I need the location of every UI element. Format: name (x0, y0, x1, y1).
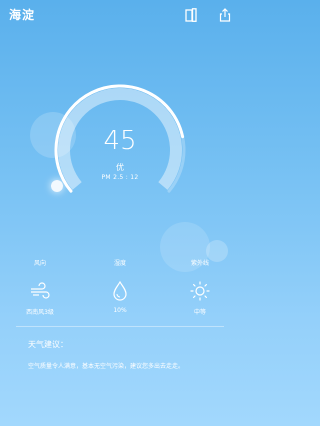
advice-text: 空气质量令人满意，基本无空气污染，建议您多出去走走。 (28, 363, 185, 370)
sun-icon (190, 281, 210, 301)
advice-title: 天气建议： (28, 340, 68, 349)
stat-wind: 风向 西南风3级 (0, 259, 80, 316)
divider (16, 326, 224, 327)
stat-label: 湿度 (113, 260, 126, 267)
aqi-level: 优 (116, 163, 124, 172)
stat-value: 西南风3级 (26, 309, 54, 316)
stat-value: 中等 (193, 309, 206, 316)
weather-stats: 风向 西南风3级 湿度 10% 紫外线 中等 (0, 259, 240, 319)
stat-uv: 紫外线 中等 (160, 259, 240, 316)
water-drop-icon (113, 281, 127, 301)
stat-value: 10% (113, 307, 127, 314)
wind-icon (31, 282, 50, 299)
stat-label: 风向 (33, 260, 46, 267)
aqi-gauge (54, 84, 186, 193)
stat-label: 紫外线 (190, 260, 209, 267)
pm25-reading: PM 2.5 : 12 (101, 174, 139, 181)
aqi-value: 45 (103, 126, 137, 156)
stat-humidity: 湿度 10% (80, 259, 160, 314)
